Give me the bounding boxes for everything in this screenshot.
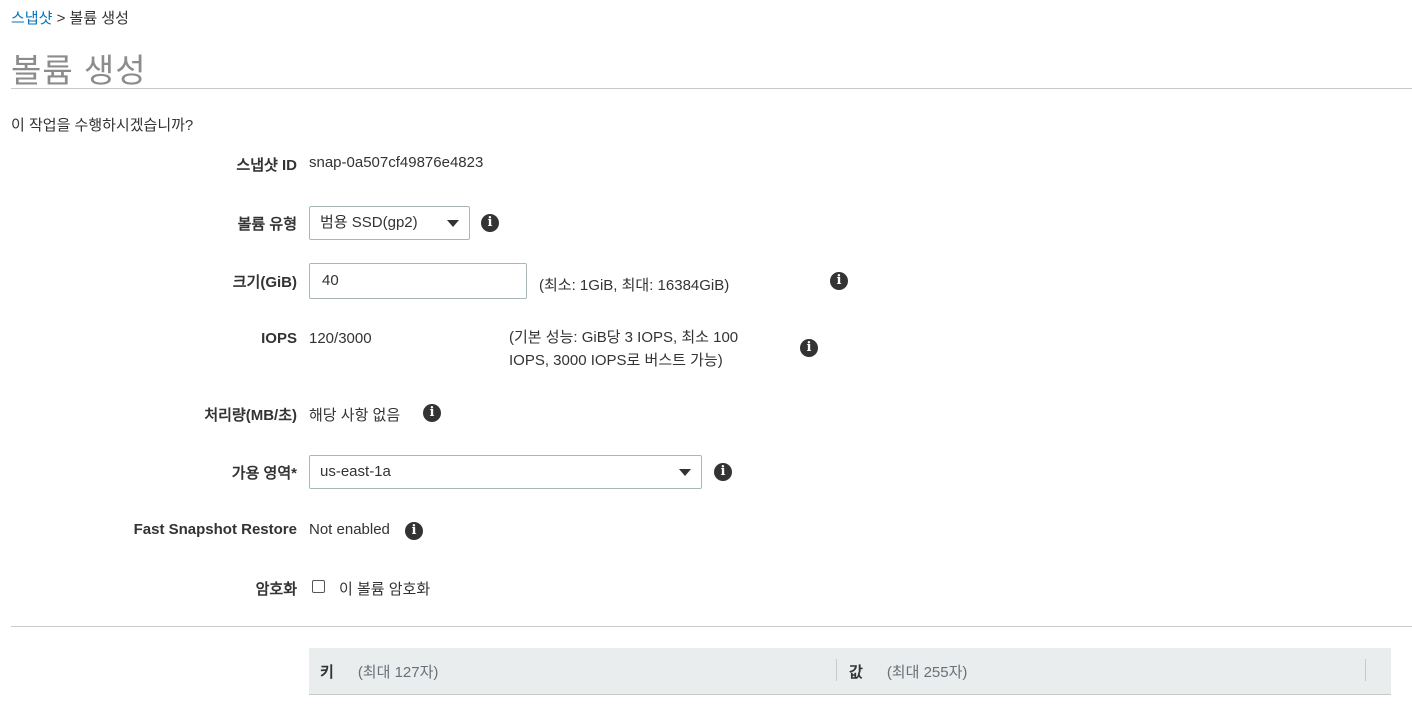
- throughput-value: 해당 사항 없음: [309, 407, 401, 424]
- confirm-text: 이 작업을 수행하시겠습니까?: [11, 117, 194, 134]
- tags-key-header: 키: [320, 664, 334, 681]
- fast-snapshot-restore-value: Not enabled: [309, 521, 390, 538]
- availability-zone-label: 가용 영역*: [231, 465, 297, 482]
- tags-table-header: 키 (최대 127자) 값 (최대 255자): [309, 648, 1391, 695]
- title-divider: [11, 88, 1412, 89]
- iops-hint-line1: (기본 성능: GiB당 3 IOPS, 최소 100: [509, 329, 739, 346]
- availability-zone-select[interactable]: us-east-1a: [309, 455, 702, 489]
- breadcrumb-separator: >: [56, 10, 66, 27]
- iops-hint-line2: IOPS, 3000 IOPS로 버스트 가능): [509, 352, 723, 369]
- tags-value-column: 값 (최대 255자): [849, 661, 967, 682]
- page-title: 볼륨 생성: [11, 52, 147, 89]
- encrypt-volume-checkbox-label[interactable]: 이 볼륨 암호화: [339, 578, 430, 599]
- iops-hint: (기본 성능: GiB당 3 IOPS, 최소 100 IOPS, 3000 I…: [509, 326, 738, 372]
- availability-zone-selected: us-east-1a: [320, 463, 391, 480]
- size-input-value: 40: [322, 272, 339, 289]
- volume-type-select[interactable]: 범용 SSD(gp2): [309, 206, 470, 240]
- iops-label: IOPS: [261, 330, 297, 347]
- chevron-down-icon: [447, 220, 459, 227]
- encrypt-volume-checkbox[interactable]: [312, 580, 325, 593]
- info-icon[interactable]: i: [405, 522, 423, 540]
- throughput-label: 처리량(MB/초): [204, 407, 297, 424]
- breadcrumb: 스냅샷 > 볼륨 생성: [11, 7, 129, 28]
- tags-value-hint: (최대 255자): [886, 664, 968, 681]
- section-divider: [11, 626, 1412, 627]
- breadcrumb-current: 볼륨 생성: [69, 10, 129, 27]
- iops-value: 120/3000: [309, 330, 372, 347]
- fast-snapshot-restore-label: Fast Snapshot Restore: [133, 521, 297, 538]
- info-icon[interactable]: i: [830, 272, 848, 290]
- volume-type-label: 볼륨 유형: [237, 216, 297, 233]
- info-icon[interactable]: i: [800, 339, 818, 357]
- size-hint: (최소: 1GiB, 최대: 16384GiB): [539, 277, 730, 294]
- volume-type-selected: 범용 SSD(gp2): [320, 214, 418, 231]
- tags-key-hint: (최대 127자): [357, 664, 439, 681]
- column-divider: [1365, 659, 1366, 681]
- size-input[interactable]: 40: [309, 263, 527, 299]
- info-icon[interactable]: i: [714, 463, 732, 481]
- tags-key-column: 키 (최대 127자): [320, 661, 438, 682]
- chevron-down-icon: [679, 469, 691, 476]
- breadcrumb-link-snapshots[interactable]: 스냅샷: [11, 10, 52, 27]
- info-icon[interactable]: i: [481, 214, 499, 232]
- snapshot-id-label: 스냅샷 ID: [236, 157, 297, 174]
- column-divider: [836, 659, 837, 681]
- tags-value-header: 값: [849, 664, 863, 681]
- info-icon[interactable]: i: [423, 404, 441, 422]
- size-label: 크기(GiB): [232, 274, 297, 291]
- encryption-label: 암호화: [255, 581, 297, 598]
- snapshot-id-value: snap-0a507cf49876e4823: [309, 154, 484, 171]
